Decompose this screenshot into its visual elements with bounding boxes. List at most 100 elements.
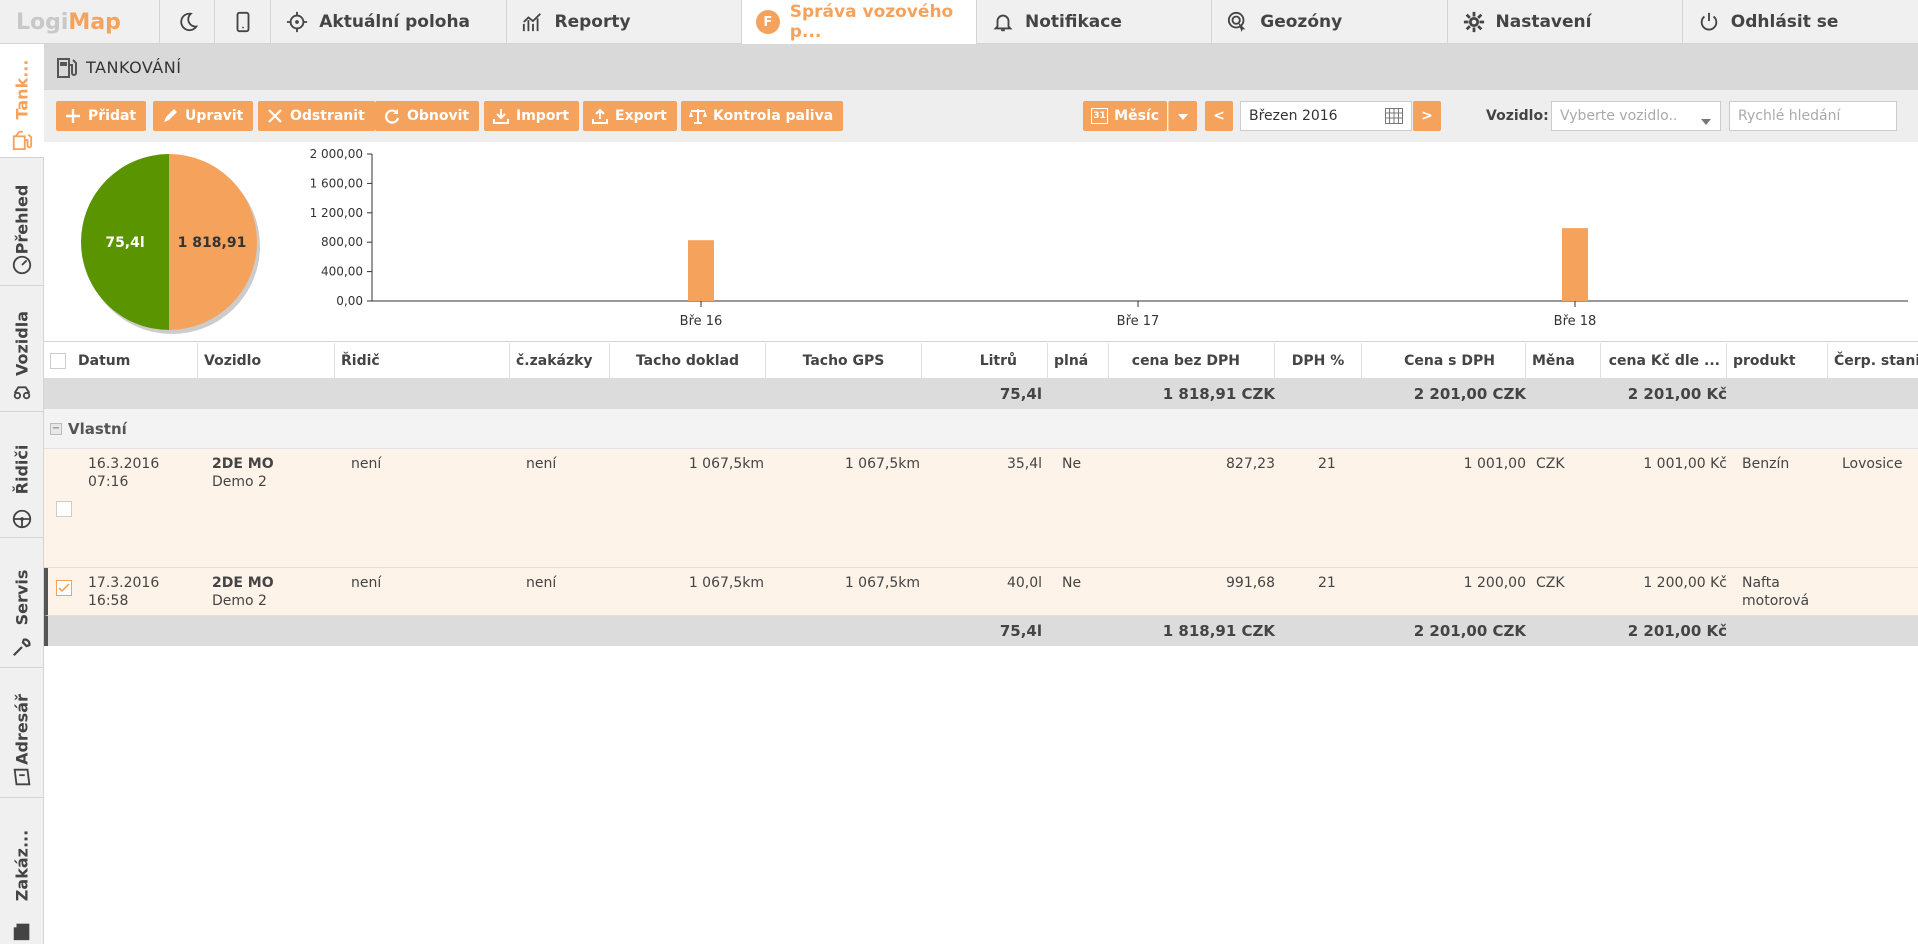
import-button[interactable]: Import bbox=[484, 101, 580, 131]
col-vat-percent[interactable]: DPH % bbox=[1275, 343, 1362, 379]
add-button[interactable]: Přidat bbox=[56, 101, 147, 131]
pie-label-liters: 75,4l bbox=[105, 235, 144, 251]
col-liters[interactable]: Litrů bbox=[922, 343, 1048, 379]
col-date[interactable]: Datum bbox=[72, 343, 198, 379]
nav-reports[interactable]: Reporty bbox=[507, 0, 742, 44]
chevron-down-icon bbox=[1701, 113, 1711, 129]
next-month-button[interactable]: > bbox=[1413, 101, 1441, 131]
col-product[interactable]: produkt bbox=[1727, 343, 1828, 379]
quick-search-input[interactable]: Rychlé hledání bbox=[1729, 101, 1897, 131]
select-all-checkbox[interactable] bbox=[50, 353, 66, 369]
period-dropdown-toggle[interactable] bbox=[1168, 101, 1197, 131]
period-select-button[interactable]: 31 Měsíc bbox=[1083, 101, 1167, 131]
geozone-icon bbox=[1226, 10, 1250, 34]
checkmark-icon bbox=[58, 583, 70, 593]
line-chart-icon bbox=[521, 10, 545, 34]
scales-icon bbox=[689, 107, 707, 125]
close-icon bbox=[266, 107, 284, 125]
toolbar: Přidat Upravit Odstranit Obnovit Import … bbox=[44, 90, 1918, 142]
x-tick-label: Bře 18 bbox=[1554, 314, 1597, 329]
gauge-icon bbox=[11, 254, 33, 276]
y-tick-label: 1 600,00 bbox=[310, 176, 363, 190]
crosshair-icon bbox=[285, 10, 309, 34]
row-checkbox[interactable] bbox=[56, 501, 72, 517]
page-title-bar: TANKOVÁNÍ bbox=[44, 44, 1918, 90]
refresh-icon bbox=[383, 107, 401, 125]
moon-icon bbox=[176, 10, 200, 34]
nav-notifications[interactable]: Notifikace bbox=[977, 0, 1213, 44]
col-order[interactable]: č.zakázky bbox=[510, 343, 610, 379]
plus-icon bbox=[64, 107, 82, 125]
col-station[interactable]: Čerp. stanice bbox=[1828, 343, 1918, 379]
caret-down-icon bbox=[1178, 108, 1188, 124]
x-tick-label: Bře 17 bbox=[1117, 314, 1160, 329]
sidebar-item-vehicles[interactable]: Vozidla bbox=[0, 286, 44, 412]
vehicle-select[interactable]: Vyberte vozidlo.. bbox=[1551, 101, 1721, 131]
fleet-badge-icon: F bbox=[755, 10, 780, 34]
mobile-app-button[interactable] bbox=[215, 0, 272, 44]
calendar-icon: 31 bbox=[1091, 108, 1109, 124]
charts-area: 75,4l 1 818,91 0,00 400,00 800,00 1 200,00 1 … bbox=[44, 142, 1918, 342]
bell-icon bbox=[991, 10, 1015, 34]
gear-icon bbox=[1462, 10, 1486, 34]
sidebar-item-overview[interactable]: Přehled bbox=[0, 158, 44, 286]
col-driver[interactable]: Řidič bbox=[335, 343, 510, 379]
table-row[interactable]: 16.3.2016 07:16 2DE MO Demo 2 není není 1 … bbox=[44, 449, 1918, 568]
col-full[interactable]: plná bbox=[1048, 343, 1109, 379]
app-logo[interactable]: Logi Map bbox=[0, 0, 160, 44]
fueling-charts: 75,4l 1 818,91 0,00 400,00 800,00 1 200,00 1 … bbox=[81, 147, 1908, 334]
sidebar-item-drivers[interactable]: Řidiči bbox=[0, 412, 44, 538]
nav-settings[interactable]: Nastavení bbox=[1448, 0, 1683, 44]
group-row-own[interactable]: − Vlastní bbox=[44, 409, 1918, 449]
wrench-icon bbox=[11, 636, 33, 658]
col-vehicle[interactable]: Vozidlo bbox=[198, 343, 335, 379]
fuel-pump-icon bbox=[56, 55, 78, 79]
pencil-icon bbox=[161, 107, 179, 125]
sidebar-item-orders[interactable]: Zakáz... bbox=[0, 798, 44, 944]
vehicle-label: Vozidlo: bbox=[1486, 108, 1549, 124]
prev-month-button[interactable]: < bbox=[1205, 101, 1233, 131]
car-icon bbox=[11, 380, 33, 402]
delete-button[interactable]: Odstranit bbox=[258, 101, 375, 131]
table-header: Datum Vozidlo Řidič č.zakázky Tacho dokl… bbox=[44, 343, 1918, 379]
refresh-button[interactable]: Obnovit bbox=[375, 101, 480, 131]
nav-logout[interactable]: Odhlásit se bbox=[1683, 0, 1918, 44]
steering-wheel-icon bbox=[11, 508, 33, 530]
night-mode-button[interactable] bbox=[160, 0, 216, 44]
export-button[interactable]: Export bbox=[583, 101, 677, 131]
summary-row-top: 75,4l 1 818,91 CZK 2 201,00 CZK 2 201,00… bbox=[44, 379, 1918, 409]
y-tick-label: 800,00 bbox=[321, 235, 363, 249]
sidebar-item-address-book[interactable]: Adresář bbox=[0, 668, 44, 798]
col-currency[interactable]: Měna bbox=[1526, 343, 1601, 379]
bar-chart: 0,00 400,00 800,00 1 200,00 1 600,00 2 000,00… bbox=[310, 147, 1908, 329]
pie-chart: 75,4l 1 818,91 bbox=[81, 154, 260, 334]
sidebar-item-fueling[interactable]: Tank... bbox=[0, 44, 44, 158]
order-icon bbox=[11, 920, 33, 942]
col-price-incl-vat[interactable]: Cena s DPH bbox=[1362, 343, 1526, 379]
col-price-czk[interactable]: cena Kč dle ... bbox=[1601, 343, 1727, 379]
download-icon bbox=[492, 107, 510, 125]
pie-label-price: 1 818,91 bbox=[178, 235, 247, 251]
sidebar-item-service[interactable]: Servis bbox=[0, 538, 44, 668]
upload-icon bbox=[591, 107, 609, 125]
bar-Bře 18[interactable] bbox=[1562, 228, 1588, 301]
collapse-group-button[interactable]: − bbox=[50, 422, 62, 435]
nav-current-position[interactable]: Aktuální poloha bbox=[271, 0, 507, 44]
col-price-excl-vat[interactable]: cena bez DPH bbox=[1109, 343, 1275, 379]
y-tick-label: 0,00 bbox=[336, 294, 363, 308]
grid-calendar-icon[interactable] bbox=[1385, 108, 1403, 128]
bar-Bře 16[interactable] bbox=[688, 240, 714, 301]
edit-button[interactable]: Upravit bbox=[153, 101, 254, 131]
y-tick-label: 400,00 bbox=[321, 265, 363, 279]
nav-fleet-management[interactable]: F Správa vozového p... bbox=[741, 0, 978, 44]
table-row-selected[interactable]: 17.3.2016 16:58 2DE MO Demo 2 není není 1 … bbox=[44, 568, 1918, 616]
fuel-check-button[interactable]: Kontrola paliva bbox=[681, 101, 844, 131]
row-checkbox-checked[interactable] bbox=[56, 580, 72, 596]
mobile-phone-icon bbox=[231, 10, 255, 34]
col-tacho-gps[interactable]: Tacho GPS bbox=[766, 343, 922, 379]
y-tick-label: 2 000,00 bbox=[310, 147, 363, 161]
address-book-icon bbox=[11, 766, 33, 788]
col-tacho-doklad[interactable]: Tacho doklad bbox=[610, 343, 766, 379]
nav-geozones[interactable]: Geozóny bbox=[1212, 0, 1448, 44]
month-field[interactable]: Březen 2016 bbox=[1240, 101, 1412, 131]
